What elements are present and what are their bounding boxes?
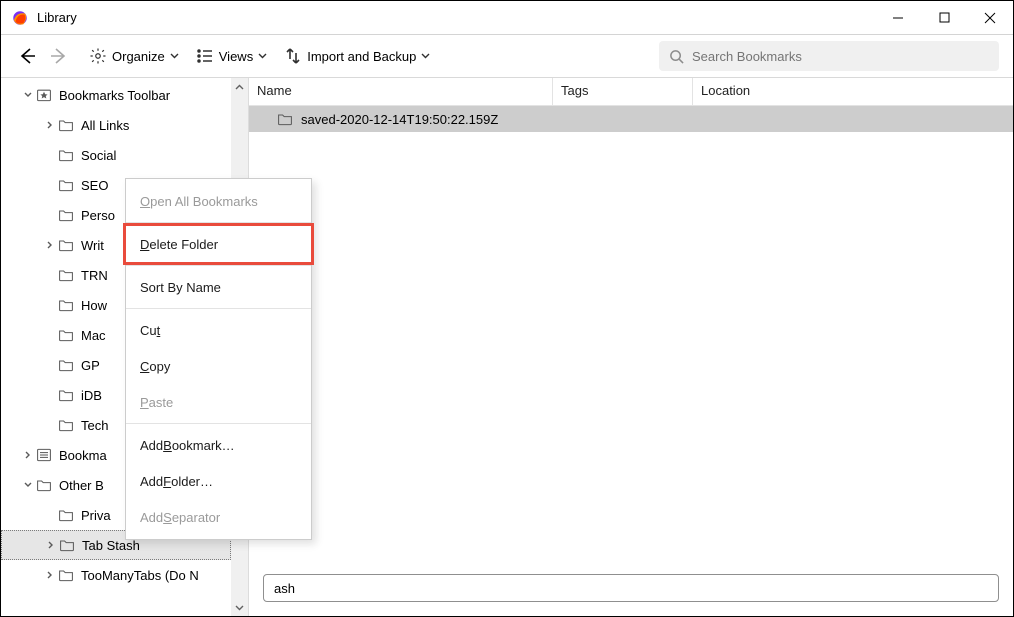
folder-icon — [57, 326, 75, 344]
sidebar-item[interactable]: TooManyTabs (Do N — [1, 560, 231, 590]
sidebar-item-label: Bookmarks Toolbar — [59, 88, 170, 103]
nav-forward-button[interactable] — [47, 44, 71, 68]
context-menu: Open All Bookmarks Delete Folder Sort By N… — [125, 178, 312, 540]
firefox-icon — [11, 9, 29, 27]
column-location[interactable]: Location — [693, 78, 1013, 105]
folder-icon — [57, 566, 75, 584]
search-icon — [669, 49, 684, 64]
folder-icon — [57, 266, 75, 284]
folder-icon — [57, 506, 75, 524]
sidebar-item-label: Priva — [81, 508, 111, 523]
context-menu-separator — [126, 308, 311, 309]
folder-icon — [57, 146, 75, 164]
sidebar-item-label: GP — [81, 358, 100, 373]
chevron-down-icon — [421, 53, 431, 59]
import-backup-label: Import and Backup — [307, 49, 416, 64]
folder-icon — [58, 536, 76, 554]
menu-folder-icon — [35, 446, 53, 464]
chevron-down-icon — [170, 53, 180, 59]
context-menu-item[interactable]: Delete Folder — [126, 226, 311, 262]
folder-icon — [57, 386, 75, 404]
sidebar-item-label: Mac — [81, 328, 106, 343]
import-export-icon — [284, 47, 302, 65]
sidebar-item-label: Tech — [81, 418, 108, 433]
chevron-down-icon[interactable] — [21, 480, 35, 490]
sidebar-item-label: TRN — [81, 268, 108, 283]
context-menu-item[interactable]: Add Bookmark… — [126, 427, 311, 463]
nav-back-button[interactable] — [15, 44, 39, 68]
organize-label: Organize — [112, 49, 165, 64]
folder-icon — [57, 116, 75, 134]
context-menu-item: Paste — [126, 384, 311, 420]
column-tags[interactable]: Tags — [553, 78, 693, 105]
folder-icon — [57, 296, 75, 314]
folder-icon — [57, 416, 75, 434]
sidebar-item[interactable]: Social — [1, 140, 231, 170]
sidebar-item-label: TooManyTabs (Do N — [81, 568, 199, 583]
scroll-up-icon[interactable] — [231, 78, 248, 95]
folder-icon — [277, 111, 293, 127]
organize-menu[interactable]: Organize — [85, 42, 184, 70]
search-box[interactable] — [659, 41, 999, 71]
details-pane: ash — [249, 566, 1013, 616]
list-icon — [196, 47, 214, 65]
gear-icon — [89, 47, 107, 65]
import-backup-menu[interactable]: Import and Backup — [280, 42, 435, 70]
scroll-down-icon[interactable] — [231, 599, 248, 616]
sidebar-item-label: iDB — [81, 388, 102, 403]
sidebar-item[interactable]: Bookmarks Toolbar — [1, 80, 231, 110]
views-label: Views — [219, 49, 253, 64]
chevron-down-icon[interactable] — [21, 90, 35, 100]
sidebar-item-label: SEO — [81, 178, 108, 193]
minimize-button[interactable] — [875, 2, 921, 34]
chevron-right-icon[interactable] — [44, 540, 58, 550]
column-headers[interactable]: Name Tags Location — [249, 78, 1013, 106]
context-menu-item[interactable]: Cut — [126, 312, 311, 348]
context-menu-separator — [126, 423, 311, 424]
sidebar-item-label: Other B — [59, 478, 104, 493]
folder-icon — [57, 236, 75, 254]
maximize-button[interactable] — [921, 2, 967, 34]
star-folder-icon — [35, 86, 53, 104]
sidebar-item-label: Bookma — [59, 448, 107, 463]
chevron-right-icon[interactable] — [21, 450, 35, 460]
context-menu-item: Open All Bookmarks — [126, 183, 311, 219]
folder-icon — [57, 356, 75, 374]
context-menu-item: Add Separator — [126, 499, 311, 535]
window-title: Library — [37, 10, 77, 25]
sidebar-item-label: Perso — [81, 208, 115, 223]
search-input[interactable] — [692, 49, 989, 64]
sidebar-item-label: All Links — [81, 118, 129, 133]
main-pane: Name Tags Location saved-2020-12-14T19:5… — [249, 78, 1013, 616]
views-menu[interactable]: Views — [192, 42, 272, 70]
folder-icon — [35, 476, 53, 494]
list-item[interactable]: saved-2020-12-14T19:50:22.159Z — [249, 106, 1013, 132]
name-field-value: ash — [274, 581, 295, 596]
titlebar: Library — [1, 1, 1013, 35]
sidebar-item[interactable]: All Links — [1, 110, 231, 140]
chevron-right-icon[interactable] — [43, 570, 57, 580]
context-menu-separator — [126, 222, 311, 223]
folder-icon — [57, 206, 75, 224]
toolbar: Organize Views Import and Backup — [1, 35, 1013, 77]
folder-icon — [57, 176, 75, 194]
context-menu-item[interactable]: Sort By Name — [126, 269, 311, 305]
name-field[interactable]: ash — [263, 574, 999, 602]
bookmark-listing[interactable]: saved-2020-12-14T19:50:22.159Z — [249, 106, 1013, 566]
chevron-right-icon[interactable] — [43, 120, 57, 130]
sidebar-item-label: Social — [81, 148, 116, 163]
context-menu-separator — [126, 265, 311, 266]
chevron-right-icon[interactable] — [43, 240, 57, 250]
sidebar-item-label: Writ — [81, 238, 104, 253]
sidebar-item-label: How — [81, 298, 107, 313]
list-item-name: saved-2020-12-14T19:50:22.159Z — [301, 112, 498, 127]
close-button[interactable] — [967, 2, 1013, 34]
context-menu-item[interactable]: Copy — [126, 348, 311, 384]
context-menu-item[interactable]: Add Folder… — [126, 463, 311, 499]
column-name[interactable]: Name — [249, 78, 553, 105]
chevron-down-icon — [258, 53, 268, 59]
